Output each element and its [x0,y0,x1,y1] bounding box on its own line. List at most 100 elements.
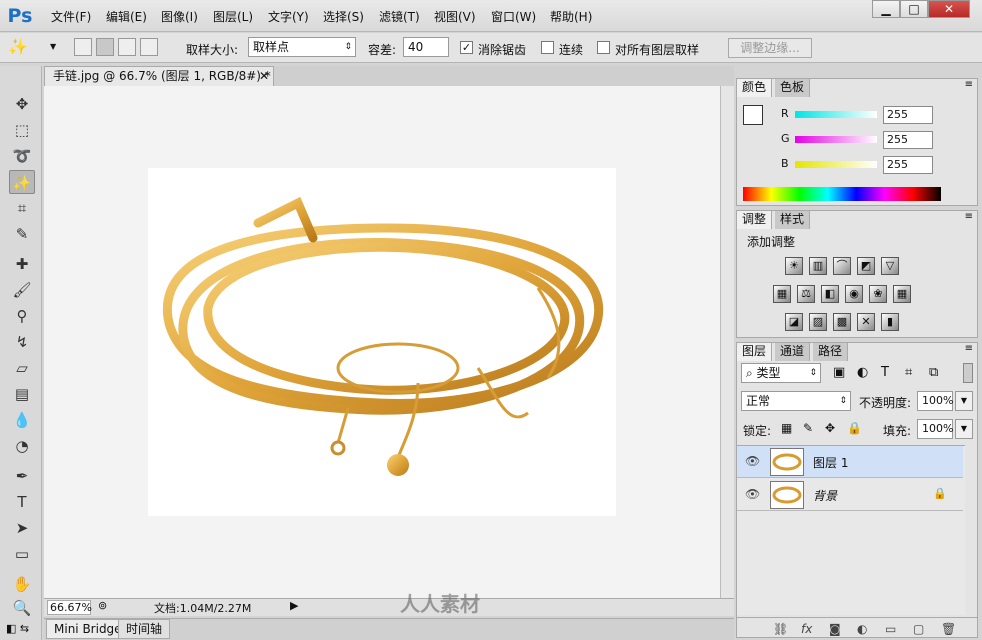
new-layer-icon[interactable]: ▢ [913,622,924,636]
status-icon[interactable]: ⊚ [98,599,107,612]
green-slider[interactable] [795,136,877,143]
status-menu-arrow-icon[interactable]: ▶ [290,599,298,612]
tab-channels[interactable]: 通道 [775,343,811,361]
red-value-input[interactable]: 255 [883,106,933,124]
sample-size-select[interactable]: 取样点 ⇕ [248,37,356,57]
tab-swatches[interactable]: 色板 [775,79,811,97]
healing-brush-tool-icon[interactable]: ✚ [9,252,35,276]
lock-position-icon[interactable]: ✥ [825,421,835,435]
eraser-tool-icon[interactable]: ▱ [9,356,35,380]
history-brush-tool-icon[interactable]: ↯ [9,330,35,354]
gradient-tool-icon[interactable]: ▤ [9,382,35,406]
lock-all-icon[interactable]: 🔒 [847,421,862,435]
all-layers-checkbox[interactable] [597,41,610,54]
pen-tool-icon[interactable]: ✒ [9,464,35,488]
intersect-selection-icon[interactable] [140,38,158,56]
magic-wand-preset-icon[interactable]: ✨ [8,37,28,56]
tab-styles[interactable]: 样式 [775,211,811,229]
delete-layer-icon[interactable]: 🗑 [941,622,956,636]
eyedropper-tool-icon[interactable]: ✎ [9,222,35,246]
brightness-icon[interactable]: ☀ [785,257,803,275]
gradient-map-icon[interactable]: ▮ [881,313,899,331]
brush-tool-icon[interactable]: 🖌 [9,278,35,302]
close-icon[interactable]: ✕ [259,67,269,85]
tab-paths[interactable]: 路径 [813,343,849,361]
menu-edit[interactable]: 编辑(E) [106,8,147,25]
menu-window[interactable]: 窗口(W) [491,8,536,25]
hand-tool-icon[interactable]: ✋ [9,572,35,596]
tab-timeline[interactable]: 时间轴 [118,619,171,639]
marquee-tool-icon[interactable]: ⬚ [9,118,35,142]
link-layers-icon[interactable]: ⛓ [773,622,788,636]
tab-color[interactable]: 颜色 [737,79,773,97]
chevron-down-icon[interactable]: ▼ [955,391,973,411]
invert-icon[interactable]: ◪ [785,313,803,331]
shape-filter-icon[interactable]: ⌗ [905,365,912,380]
layer-style-icon[interactable]: fx [801,622,812,636]
antialias-checkbox[interactable]: ✓ [460,41,473,54]
panel-menu-icon[interactable]: ≡ [965,343,973,354]
close-button[interactable]: ✕ [928,0,970,18]
type-filter-icon[interactable]: T [881,365,889,380]
zoom-level[interactable]: 66.67% [47,600,92,615]
lasso-tool-icon[interactable]: ➰ [9,144,35,168]
contiguous-checkbox[interactable] [541,41,554,54]
menu-filter[interactable]: 滤镜(T) [379,8,420,25]
menu-image[interactable]: 图像(I) [161,8,198,25]
blend-mode-select[interactable]: 正常 ⇕ [741,391,851,411]
clone-stamp-tool-icon[interactable]: ⚲ [9,304,35,328]
magic-wand-tool-icon[interactable]: ✨ [9,170,35,194]
crop-tool-icon[interactable]: ⌗ [9,196,35,220]
posterize-icon[interactable]: ▨ [809,313,827,331]
green-value-input[interactable]: 255 [883,131,933,149]
adjustment-filter-icon[interactable]: ◐ [857,365,868,380]
pixel-filter-icon[interactable]: ▣ [833,365,845,380]
layer-row[interactable]: 👁 图层 1 [737,446,963,478]
menu-file[interactable]: 文件(F) [51,8,91,25]
document-tab[interactable]: 手链.jpg @ 66.7% (图层 1, RGB/8#) * ✕ [44,66,274,86]
tab-layers[interactable]: 图层 [737,343,773,361]
vertical-scrollbar[interactable] [720,86,734,600]
canvas-area[interactable] [44,86,720,600]
lock-pixels-icon[interactable]: ✎ [803,421,813,435]
lock-transparency-icon[interactable]: ▦ [781,421,792,435]
fill-input[interactable]: 100% [917,419,953,439]
levels-icon[interactable]: ▥ [809,257,827,275]
panel-menu-icon[interactable]: ≡ [965,79,973,90]
visibility-eye-icon[interactable]: 👁 [745,454,760,468]
dodge-tool-icon[interactable]: ◔ [9,434,35,458]
blue-slider[interactable] [795,161,877,168]
exposure-icon[interactable]: ◩ [857,257,875,275]
menu-help[interactable]: 帮助(H) [550,8,592,25]
visibility-eye-icon[interactable]: 👁 [745,487,760,501]
add-mask-icon[interactable]: ◙ [829,622,841,636]
menu-type[interactable]: 文字(Y) [268,8,309,25]
adjustment-layer-icon[interactable]: ◐ [857,622,867,636]
curves-icon[interactable]: ⌒ [833,257,851,275]
selective-color-icon[interactable]: ✕ [857,313,875,331]
red-slider[interactable] [795,111,877,118]
move-tool-icon[interactable]: ✥ [9,92,35,116]
smart-object-filter-icon[interactable]: ⧉ [929,365,938,380]
new-selection-icon[interactable] [74,38,92,56]
minimize-button[interactable]: ▁ [872,0,900,18]
tab-adjustments[interactable]: 调整 [737,211,773,229]
tolerance-input[interactable]: 40 [403,37,449,57]
vibrance-icon[interactable]: ▽ [881,257,899,275]
color-swatches-icon[interactable]: ◧ ⇆ [6,622,36,638]
maximize-button[interactable]: □ [900,0,928,18]
refine-edge-button[interactable]: 调整边缘... [728,38,812,58]
rectangle-tool-icon[interactable]: ▭ [9,542,35,566]
channel-mixer-icon[interactable]: ❀ [869,285,887,303]
chevron-down-icon[interactable]: ▼ [955,419,973,439]
menu-select[interactable]: 选择(S) [323,8,364,25]
path-selection-tool-icon[interactable]: ➤ [9,516,35,540]
color-balance-icon[interactable]: ⚖ [797,285,815,303]
color-lookup-icon[interactable]: ▦ [893,285,911,303]
zoom-tool-icon[interactable]: 🔍 [9,596,35,620]
opacity-input[interactable]: 100% [917,391,953,411]
filter-toggle[interactable] [963,363,973,383]
layer-row[interactable]: 👁 背景 🔒 [737,479,963,511]
blue-value-input[interactable]: 255 [883,156,933,174]
hue-saturation-icon[interactable]: ▦ [773,285,791,303]
